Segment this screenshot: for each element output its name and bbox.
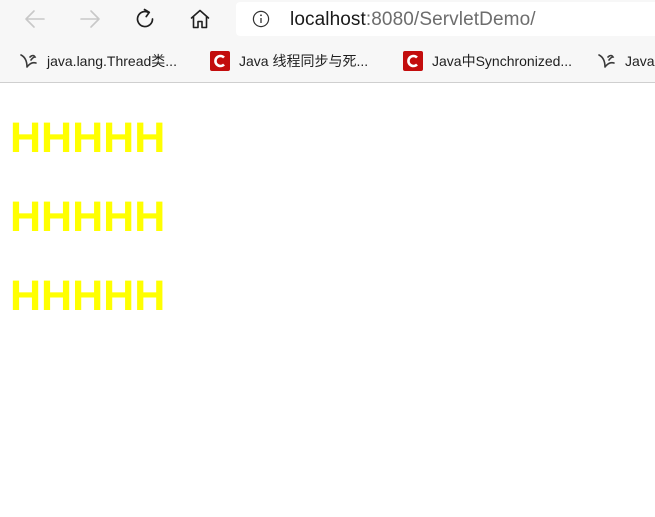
- home-button[interactable]: [184, 3, 216, 35]
- heading-3: HHHHH: [10, 272, 166, 320]
- forward-button[interactable]: [74, 3, 106, 35]
- bookmark-label: Java中Synchronized...: [432, 53, 573, 69]
- bookmark-item[interactable]: java.lang.Thread类...: [18, 49, 177, 73]
- bookmark-item[interactable]: Java中Synchronized...: [403, 49, 572, 73]
- back-button[interactable]: [19, 3, 51, 35]
- info-icon[interactable]: [252, 10, 270, 28]
- bookmark-label: java.lang.Thread类...: [47, 53, 177, 69]
- bookmarks-bar: java.lang.Thread类... Java 线程同步与死... Java…: [0, 40, 655, 82]
- bookmark-label: Java 线程同步与死...: [239, 53, 369, 69]
- heading-2: HHHHH: [10, 193, 166, 241]
- url-text[interactable]: localhost:8080/ServletDemo/: [290, 9, 536, 31]
- browser-chrome: localhost:8080/ServletDemo/ java.lang.Th…: [0, 0, 655, 83]
- page-content: HHHHH HHHHH HHHHH: [0, 83, 655, 517]
- refresh-button[interactable]: [129, 3, 161, 35]
- url-path: :8080/ServletDemo/: [365, 9, 536, 30]
- bird-icon: [598, 54, 615, 68]
- bookmark-item[interactable]: Java线: [596, 49, 655, 73]
- home-icon: [190, 9, 210, 29]
- arrow-right-icon: [80, 10, 100, 28]
- csdn-icon: [403, 51, 423, 71]
- arrow-left-icon: [25, 10, 45, 28]
- csdn-icon: [210, 51, 230, 71]
- bookmark-item[interactable]: Java 线程同步与死...: [210, 49, 368, 73]
- refresh-icon: [136, 8, 154, 28]
- url-host: localhost: [290, 9, 366, 30]
- heading-1: HHHHH: [10, 114, 166, 162]
- browser-toolbar: localhost:8080/ServletDemo/: [0, 0, 655, 39]
- address-bar[interactable]: localhost:8080/ServletDemo/: [236, 2, 655, 36]
- bookmark-label: Java线: [625, 53, 655, 69]
- bird-icon: [20, 54, 37, 68]
